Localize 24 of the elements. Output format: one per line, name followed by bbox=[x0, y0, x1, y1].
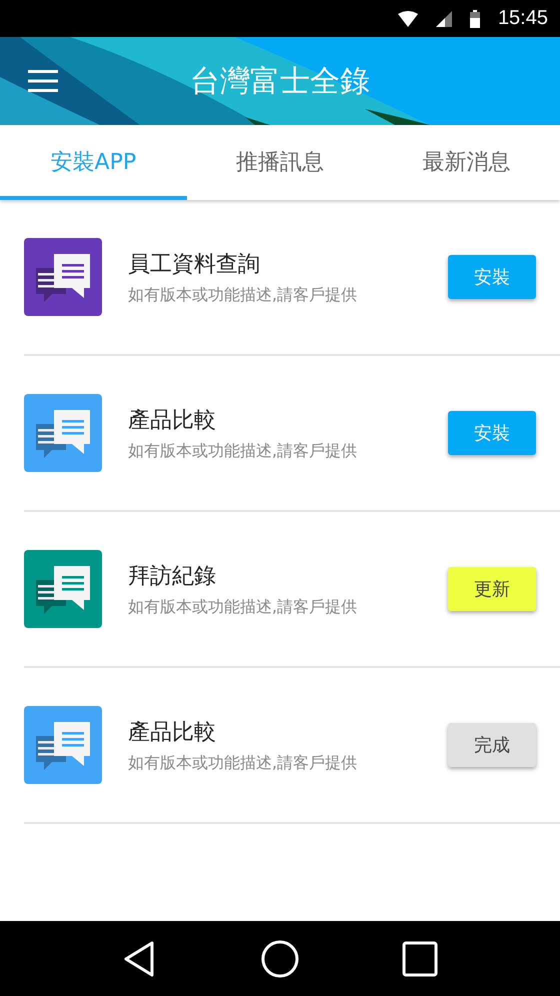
wifi-icon bbox=[398, 10, 418, 26]
tab[interactable]: 推播訊息 bbox=[186, 125, 374, 200]
chat-app-icon[interactable] bbox=[24, 394, 102, 472]
tab[interactable]: 最新消息 bbox=[373, 125, 560, 200]
app-description: 如有版本或功能描述,請客戶提供 bbox=[128, 596, 358, 618]
chat-app-icon[interactable] bbox=[24, 238, 102, 316]
app-name: 產品比較 bbox=[128, 718, 216, 746]
app-description: 如有版本或功能描述,請客戶提供 bbox=[128, 752, 358, 774]
app-name: 拜訪紀錄 bbox=[128, 562, 216, 590]
app-name: 員工資料查詢 bbox=[128, 250, 260, 278]
app-title: 台灣富士全錄 bbox=[190, 64, 370, 98]
app-description: 如有版本或功能描述,請客戶提供 bbox=[128, 440, 358, 462]
clock-time: 15:45 bbox=[498, 7, 548, 30]
battery-icon bbox=[470, 10, 480, 28]
done-button[interactable]: 完成 bbox=[448, 723, 536, 767]
signal-icon bbox=[436, 10, 452, 26]
chat-app-icon[interactable] bbox=[24, 550, 102, 628]
chat-app-icon[interactable] bbox=[24, 706, 102, 784]
home-icon[interactable] bbox=[260, 938, 300, 978]
app-name: 產品比較 bbox=[128, 406, 216, 434]
menu-icon[interactable] bbox=[28, 70, 58, 92]
recents-icon[interactable] bbox=[400, 938, 440, 978]
app-description: 如有版本或功能描述,請客戶提供 bbox=[128, 284, 358, 306]
update-button[interactable]: 更新 bbox=[448, 567, 536, 611]
